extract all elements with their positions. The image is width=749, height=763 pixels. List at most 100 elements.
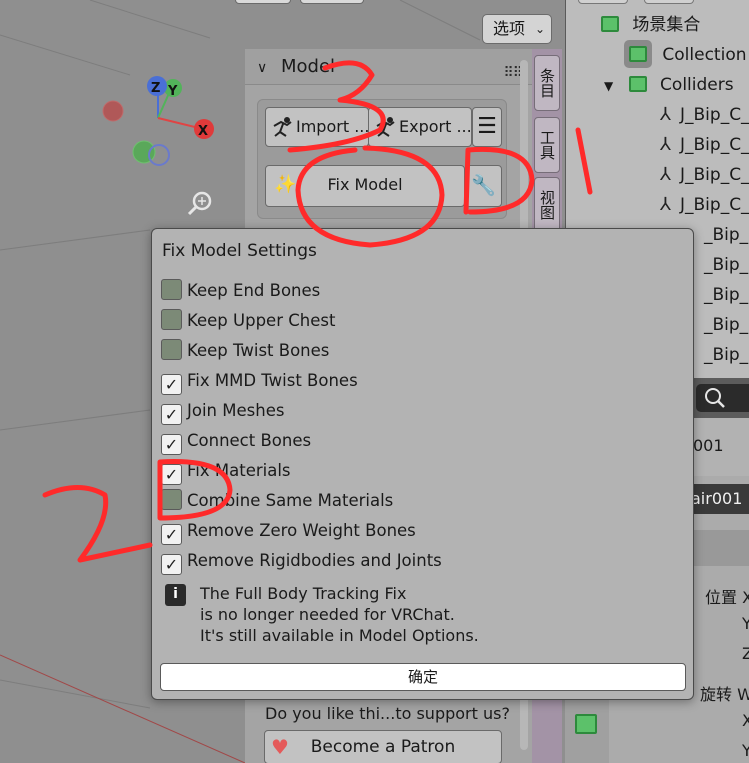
tab-item[interactable]: 条目 (534, 55, 560, 111)
collection-icon (628, 76, 647, 92)
header-button-stub[interactable] (578, 0, 628, 4)
fix-model-label: Fix Model (327, 175, 403, 194)
search-icon (705, 388, 725, 408)
checkbox-checked[interactable]: ✓ (161, 464, 182, 485)
support-text: Do you like thi...to support us? (265, 704, 510, 723)
option-join-meshes[interactable]: ✓ Join Meshes (161, 399, 284, 429)
option-connect-bones[interactable]: ✓ Connect Bones (161, 429, 311, 459)
outliner-row-collection[interactable]: Collection (566, 40, 749, 70)
option-label: Keep Twist Bones (187, 341, 330, 360)
location-y-label: Y (742, 614, 749, 633)
bone-label: J_Bip_C_ (680, 195, 749, 215)
collection-icon (629, 46, 647, 62)
header-button-stub[interactable] (644, 0, 694, 4)
bone-label: _Bip_C_ (704, 225, 749, 245)
option-label: Fix Materials (187, 461, 291, 480)
armature-person-icon (273, 117, 292, 137)
bone-icon: ⅄ (660, 194, 671, 215)
info-icon: i (165, 584, 186, 606)
header-button-stub[interactable] (235, 0, 291, 4)
armature-person-icon (376, 117, 395, 137)
option-fix-mmd-twist-bones[interactable]: ✓ Fix MMD Twist Bones (161, 369, 358, 399)
panel-header[interactable]: ∨ Model ⠿⠿ (245, 49, 532, 85)
outliner-row-bone[interactable]: ⅄ J_Bip_C_ (566, 130, 749, 160)
import-label: Import ... (296, 117, 369, 136)
tab-tool[interactable]: 工具 (534, 117, 560, 173)
hamburger-icon: ☰ (477, 114, 497, 139)
option-fix-materials[interactable]: ✓ Fix Materials (161, 459, 291, 489)
import-button[interactable]: Import ... (265, 107, 369, 147)
info-text-line: is no longer needed for VRChat. (200, 605, 455, 624)
option-remove-zero-weight-bones[interactable]: ✓ Remove Zero Weight Bones (161, 519, 416, 549)
option-label: Combine Same Materials (187, 491, 394, 510)
option-combine-same-materials[interactable]: Combine Same Materials (161, 489, 393, 519)
option-keep-twist-bones[interactable]: Keep Twist Bones (161, 339, 329, 369)
outliner-row-bone[interactable]: ⅄ J_Bip_C_ (566, 190, 749, 220)
become-patron-button[interactable]: ♥ Become a Patron (264, 730, 502, 763)
navigation-gizmo: Z Y X (102, 76, 214, 166)
info-text-line: The Full Body Tracking Fix (200, 584, 407, 603)
option-keep-upper-chest[interactable]: Keep Upper Chest (161, 309, 335, 339)
bone-label: J_Bip_C_ (680, 135, 749, 155)
fix-model-settings-button[interactable]: 🔧 (465, 165, 502, 207)
gizmo-y-label: Y (167, 84, 178, 99)
location-x-label: 位置 X (705, 588, 749, 607)
options-label: 选项 (493, 19, 526, 38)
outliner-row-bone[interactable]: ⅄ J_Bip_C_ (566, 100, 749, 130)
item-name-partial: 001 (693, 436, 724, 455)
menu-button[interactable]: ☰ (472, 107, 502, 147)
fix-model-button[interactable]: ✨ Fix Model (265, 165, 465, 207)
option-label: Fix MMD Twist Bones (187, 371, 358, 390)
option-label: Join Meshes (187, 401, 285, 420)
rotation-y-label: Y (742, 741, 749, 760)
checkbox-checked[interactable]: ✓ (161, 434, 182, 455)
gizmo-x-label: X (198, 124, 208, 139)
wrench-icon: 🔧 (471, 173, 496, 197)
option-label: Remove Rigidbodies and Joints (187, 551, 442, 570)
chevron-down-icon: ⌄ (534, 22, 545, 36)
patron-label: Become a Patron (310, 737, 456, 757)
rotation-x-label: X (742, 711, 749, 730)
checkbox[interactable] (161, 489, 182, 510)
selected-object-label: air001 (691, 489, 743, 508)
option-label: Keep End Bones (187, 281, 321, 300)
option-keep-end-bones[interactable]: Keep End Bones (161, 279, 320, 309)
bone-label: _Bip_L_ (704, 315, 749, 335)
location-z-label: Z (742, 644, 749, 663)
tab-view[interactable]: 视图 (534, 177, 560, 233)
expand-triangle-icon[interactable]: ▼ (604, 79, 613, 93)
option-label: Connect Bones (187, 431, 312, 450)
bone-label: _Bip_L_ (704, 345, 749, 365)
rotation-w-label: 旋转 W (700, 685, 749, 704)
info-text-line: It's still available in Model Options. (200, 626, 479, 645)
header-button-stub[interactable] (300, 0, 364, 4)
collection-icon (601, 16, 619, 32)
archive-icon[interactable] (575, 714, 597, 734)
checkbox[interactable] (161, 279, 182, 300)
bone-icon: ⅄ (660, 134, 671, 155)
checkbox-checked[interactable]: ✓ (161, 524, 182, 545)
checkbox[interactable] (161, 339, 182, 360)
ok-button[interactable]: 确定 (160, 663, 686, 691)
model-actions-box: Import ... Export ... ☰ ✨ Fix Model 🔧 (257, 99, 507, 219)
checkbox-checked[interactable]: ✓ (161, 404, 182, 425)
checkbox-checked[interactable]: ✓ (161, 374, 182, 395)
option-label: Keep Upper Chest (187, 311, 336, 330)
options-dropdown[interactable]: 选项 ⌄ (482, 14, 552, 44)
heart-icon: ♥ (271, 735, 289, 759)
magic-wand-icon: ✨ (274, 174, 297, 195)
option-remove-rigidbodies-and-joints[interactable]: ✓ Remove Rigidbodies and Joints (161, 549, 442, 579)
checkbox[interactable] (161, 309, 182, 330)
export-button[interactable]: Export ... (368, 107, 472, 147)
bone-label: J_Bip_C_ (680, 105, 749, 125)
export-label: Export ... (399, 117, 472, 136)
dialog-title: Fix Model Settings (162, 241, 317, 261)
scene-collection-label: 场景集合 (632, 15, 701, 35)
collection-label: Collection (662, 45, 747, 65)
checkbox-checked[interactable]: ✓ (161, 554, 182, 575)
outliner-row-bone[interactable]: ⅄ J_Bip_C_ (566, 160, 749, 190)
outliner-row-colliders[interactable]: ▼ Colliders (566, 70, 749, 100)
outliner-row-scene-collection[interactable]: 场景集合 (566, 10, 749, 40)
search-button[interactable] (696, 384, 749, 412)
bone-label: _Bip_L_ (704, 285, 749, 305)
